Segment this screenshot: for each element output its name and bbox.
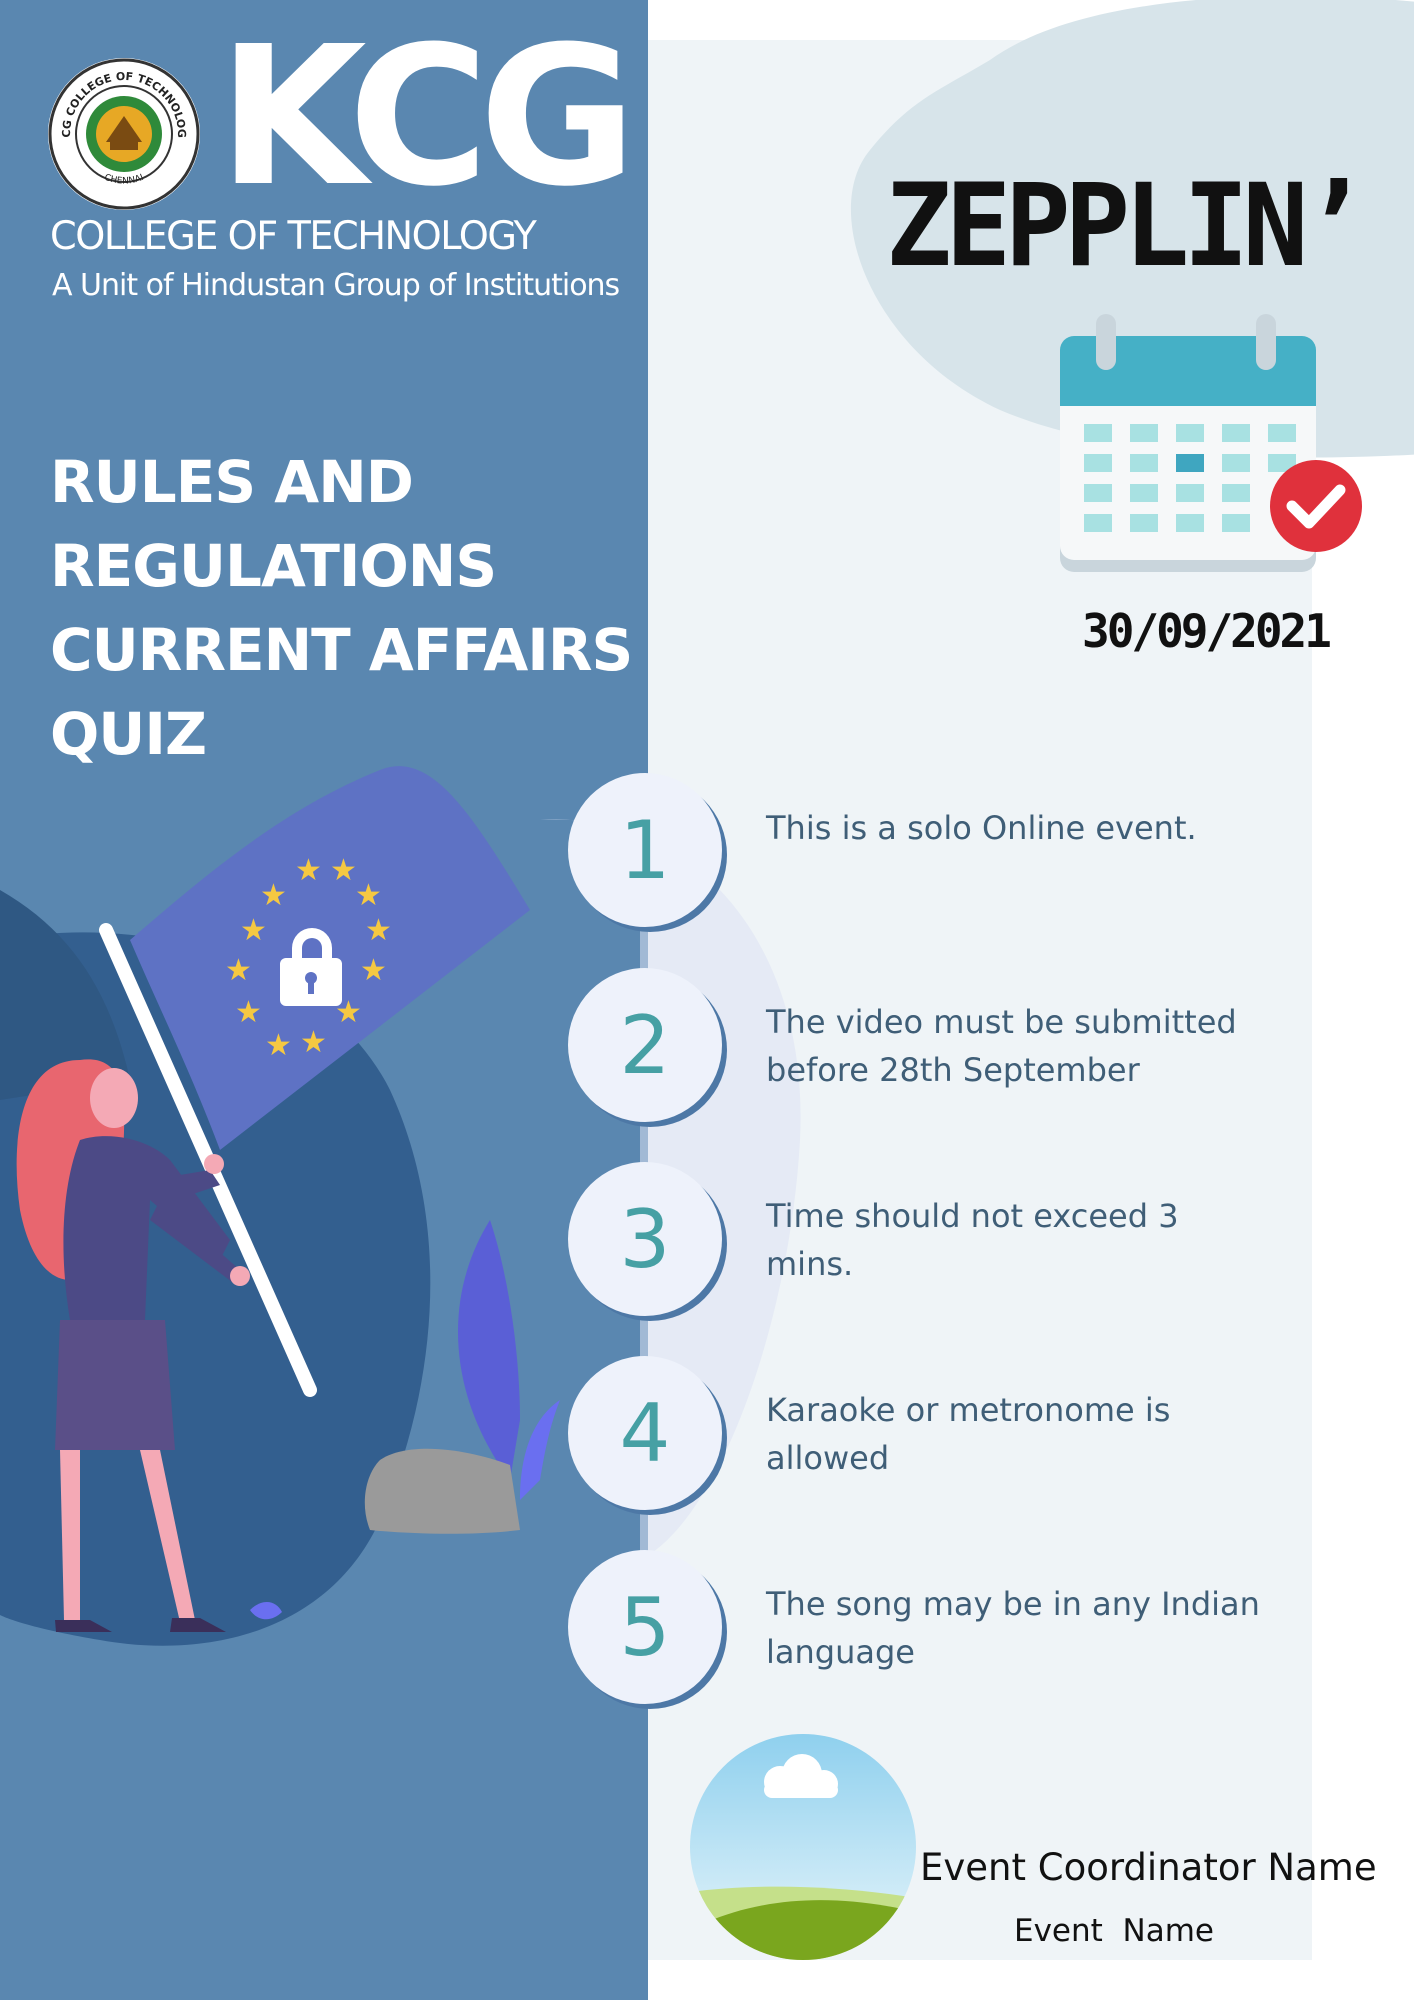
logo-wordmark: KCG bbox=[218, 6, 637, 229]
rule-text-1: This is a solo Online event. bbox=[766, 809, 1197, 847]
poster: KCG COLLEGE OF TECHNOLOGY CHENNAI KCG CO… bbox=[0, 0, 1414, 2000]
rule-number-1: 1 bbox=[568, 773, 722, 927]
svg-text:★: ★ bbox=[360, 953, 387, 988]
rule-text-2: The video must be submitted before 28th … bbox=[766, 1003, 1237, 1089]
heading-line: REGULATIONS bbox=[50, 532, 497, 600]
svg-text:★: ★ bbox=[265, 1028, 292, 1063]
rules-heading: RULES AND REGULATIONS CURRENT AFFAIRS QU… bbox=[50, 440, 633, 776]
rule-text-5: The song may be in any Indian language bbox=[766, 1585, 1260, 1671]
event-name: Event Name bbox=[1014, 1913, 1214, 1949]
rule-text-4: Karaoke or metronome is allowed bbox=[766, 1391, 1171, 1477]
svg-text:★: ★ bbox=[355, 878, 382, 913]
heading-line: RULES AND bbox=[50, 448, 414, 516]
calendar-check-icon bbox=[1060, 314, 1362, 572]
rule-number-4: 4 bbox=[568, 1356, 722, 1510]
svg-text:★: ★ bbox=[330, 853, 357, 888]
svg-text:★: ★ bbox=[235, 995, 262, 1030]
logo-college-name: COLLEGE OF TECHNOLOGY bbox=[50, 214, 537, 259]
svg-text:★: ★ bbox=[300, 1025, 327, 1060]
landscape-icon bbox=[690, 1734, 916, 1960]
college-seal-icon: KCG COLLEGE OF TECHNOLOGY CHENNAI bbox=[46, 56, 200, 210]
svg-text:★: ★ bbox=[365, 913, 392, 948]
svg-text:★: ★ bbox=[295, 853, 322, 888]
event-coordinator-name: Event Coordinator Name bbox=[920, 1846, 1377, 1889]
svg-text:★: ★ bbox=[260, 878, 287, 913]
rule-number-5: 5 bbox=[568, 1550, 722, 1704]
rule-number-2: 2 bbox=[568, 968, 722, 1122]
rule-text-3: Time should not exceed 3 mins. bbox=[766, 1197, 1179, 1283]
logo-subtitle: A Unit of Hindustan Group of Institution… bbox=[52, 268, 620, 303]
rule-number-3: 3 bbox=[568, 1162, 722, 1316]
event-title: ZEPPLIN’ 21 bbox=[886, 158, 1414, 293]
svg-text:★: ★ bbox=[225, 953, 252, 988]
svg-text:★: ★ bbox=[240, 913, 267, 948]
event-date: 30/09/2021 bbox=[1082, 604, 1332, 658]
heading-line: CURRENT AFFAIRS bbox=[50, 616, 633, 684]
